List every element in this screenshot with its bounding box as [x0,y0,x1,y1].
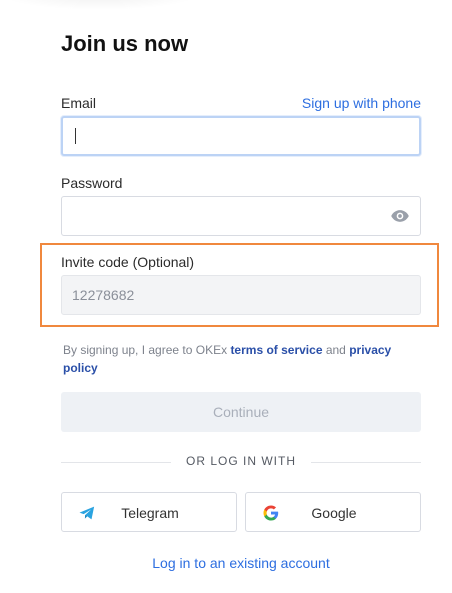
invite-code-highlight-box [40,243,439,327]
eye-icon[interactable] [389,206,411,226]
or-divider: OR LOG IN WITH [61,454,421,470]
terms-text: By signing up, I agree to OKEx terms of … [63,341,419,377]
email-field[interactable] [61,116,421,156]
telegram-button[interactable]: Telegram [61,492,237,532]
email-label: Email [61,95,97,111]
password-field[interactable] [61,196,421,236]
login-existing-account-link[interactable]: Log in to an existing account [61,555,421,571]
terms-prefix: By signing up, I agree to OKEx [63,343,231,357]
terms-and: and [322,343,350,357]
text-caret [75,128,76,144]
sign-up-with-phone-link[interactable]: Sign up with phone [302,95,421,111]
page-title: Join us now [61,31,189,56]
divider-line-right [311,462,421,463]
terms-of-service-link[interactable]: terms of service [230,343,322,357]
email-label-row: Email Sign up with phone [61,95,421,111]
google-label: Google [311,505,357,521]
divider-text: OR LOG IN WITH [186,454,296,468]
google-button[interactable]: Google [245,492,421,532]
top-shadow [0,0,200,10]
telegram-label: Telegram [121,505,179,521]
password-label: Password [61,175,123,191]
continue-button[interactable]: Continue [61,392,421,432]
